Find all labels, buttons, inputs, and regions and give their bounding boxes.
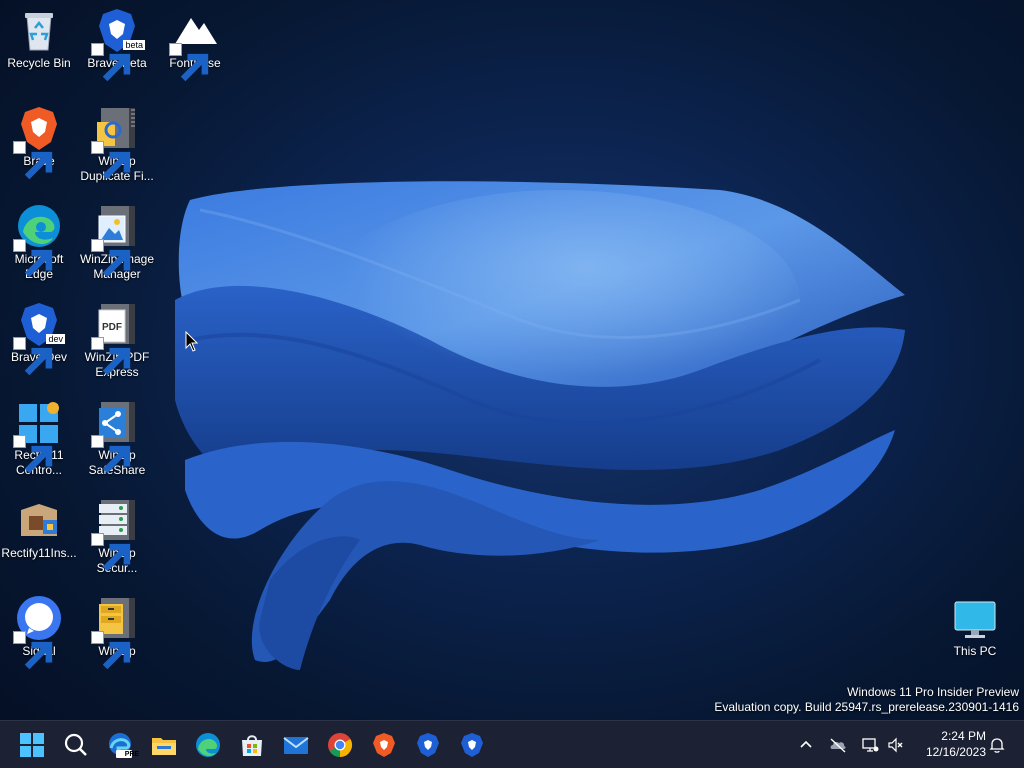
shortcut-arrow-icon: [169, 43, 209, 82]
watermark-build: Evaluation copy. Build 25947.rs_prerelea…: [714, 700, 1019, 714]
shortcut-arrow-icon: [91, 141, 131, 180]
taskbar-brave-dev[interactable]: [454, 727, 490, 763]
shortcut-arrow-icon: [91, 43, 131, 82]
brave-beta-icon: [417, 733, 439, 757]
search-icon: [64, 733, 87, 756]
edge-icon: [13, 202, 63, 278]
network-icon: [862, 738, 879, 752]
microsoft-store-icon: [242, 735, 262, 756]
desktop-icon-fontbase[interactable]: FontBase: [156, 0, 234, 82]
desktop-icon-winzip-image-manager[interactable]: WinZip Image Manager: [78, 196, 156, 282]
shortcut-arrow-icon: [91, 631, 131, 670]
desktop-icon-winzip-secure[interactable]: WinZip Secur...: [78, 490, 156, 576]
desktop-icon-winzip-safeshare[interactable]: WinZip SafeShare: [78, 392, 156, 478]
desktop-icon-label: Rectify11Ins...: [1, 546, 77, 560]
taskbar-brave[interactable]: [366, 727, 402, 763]
volume-button[interactable]: [883, 731, 909, 759]
clock-date: 12/16/2023: [925, 745, 986, 759]
rectify11-control-icon: [13, 398, 63, 474]
notification-bell-icon: [989, 738, 1005, 753]
brave-dev-icon: [461, 733, 483, 757]
winzip-image-manager-icon: [91, 202, 141, 278]
brave-icon: [373, 733, 395, 757]
file-explorer-icon: [152, 738, 176, 755]
desktop-icon-brave-beta[interactable]: beta Brave Beta: [78, 0, 156, 82]
desktop-icon-microsoft-edge[interactable]: Microsoft Edge: [0, 196, 78, 282]
start-button[interactable]: [14, 727, 50, 763]
taskbar-edge[interactable]: [190, 727, 226, 763]
clock-time: 2:24 PM: [941, 729, 986, 743]
onedrive-button[interactable]: [825, 731, 851, 759]
taskbar-brave-beta[interactable]: [410, 727, 446, 763]
desktop-icon-label: This PC: [953, 644, 997, 658]
taskbar-file-explorer[interactable]: [146, 727, 182, 763]
watermark-edition: Windows 11 Pro Insider Preview: [847, 685, 1019, 699]
winzip-secure-icon: [91, 496, 141, 572]
start-icon: [20, 733, 44, 757]
taskbar-chrome[interactable]: [322, 727, 358, 763]
winzip-icon: [91, 594, 141, 670]
desktop-icon-recycle-bin[interactable]: Recycle Bin: [0, 0, 78, 71]
rectify11-installer-icon: [15, 496, 63, 544]
notifications-button[interactable]: [984, 731, 1010, 759]
network-button[interactable]: [857, 731, 883, 759]
winzip-pdf-express-icon: PDF: [91, 300, 141, 376]
mail-icon: [283, 737, 309, 754]
signal-icon: [13, 594, 63, 670]
taskbar-microsoft-store[interactable]: [234, 727, 270, 763]
brave-dev-icon: dev: [13, 300, 65, 376]
shortcut-arrow-icon: [91, 337, 131, 376]
desktop-icon-winzip-duplicate[interactable]: WinZip Duplicate Fi...: [78, 98, 156, 184]
onedrive-icon: [830, 738, 846, 753]
volume-muted-icon: [888, 737, 903, 753]
desktop-icon-brave[interactable]: Brave: [0, 98, 78, 180]
taskbar-edge-canary[interactable]: PRE: [102, 727, 140, 763]
this-pc-icon: [951, 594, 999, 642]
fontbase-icon: [169, 6, 219, 82]
shortcut-arrow-icon: [13, 435, 53, 474]
shortcut-arrow-icon: [13, 141, 53, 180]
desktop-icon-this-pc[interactable]: This PC: [936, 588, 1014, 659]
desktop-icon-signal[interactable]: Signal: [0, 588, 78, 670]
taskbar: PRE 2:24 PM 12/16/2023: [0, 720, 1024, 768]
winzip-safeshare-icon: [91, 398, 141, 474]
show-hidden-icons-button[interactable]: [793, 731, 819, 759]
shortcut-arrow-icon: [13, 337, 53, 376]
recycle-bin-icon: [15, 6, 63, 54]
brave-icon: [13, 104, 63, 180]
chrome-icon: [328, 733, 353, 757]
desktop-icon-winzip[interactable]: WinZip: [78, 588, 156, 670]
shortcut-arrow-icon: [91, 435, 131, 474]
desktop-icon-rectify11-installer[interactable]: Rectify11Ins...: [0, 490, 78, 561]
shortcut-arrow-icon: [13, 631, 53, 670]
desktop-icon-rectify11-control[interactable]: Rectify11 Contro...: [0, 392, 78, 478]
search-button[interactable]: [58, 727, 94, 763]
winzip-duplicate-icon: [91, 104, 141, 180]
desktop-icon-winzip-pdf-express[interactable]: PDF WinZip PDF Express: [78, 294, 156, 380]
pre-badge: PRE: [124, 751, 140, 758]
edge-icon: [196, 733, 220, 757]
desktop-icon-label: Recycle Bin: [7, 56, 71, 70]
brave-beta-icon: beta: [91, 6, 145, 82]
pdf-text: PDF: [102, 322, 122, 333]
taskbar-mail[interactable]: [278, 727, 314, 763]
shortcut-arrow-icon: [13, 239, 53, 278]
shortcut-arrow-icon: [91, 533, 131, 572]
shortcut-arrow-icon: [91, 239, 131, 278]
clock-button[interactable]: 2:24 PM 12/16/2023: [912, 728, 986, 760]
desktop-icon-brave-dev[interactable]: dev Brave Dev: [0, 294, 78, 376]
chevron-up-icon: [800, 740, 812, 748]
mouse-cursor-icon: [185, 331, 199, 352]
evaluation-watermark: Windows 11 Pro Insider Preview Evaluatio…: [714, 685, 1019, 715]
